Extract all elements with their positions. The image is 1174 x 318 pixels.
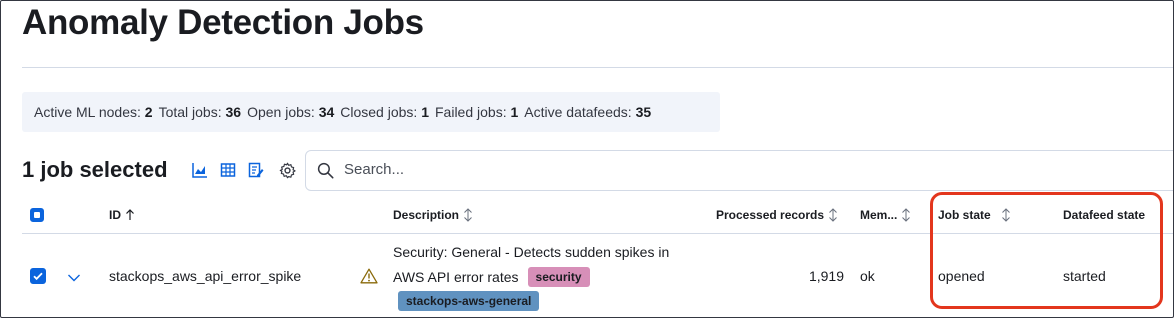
stat-total-jobs: Total jobs: 36 [158,104,242,120]
column-header-memory[interactable]: Mem... [860,208,911,222]
table-icon[interactable] [219,160,237,180]
sortable-icon [463,208,473,222]
search-input[interactable] [342,160,1046,179]
select-all-checkbox[interactable] [30,208,44,222]
stat-open-jobs: Open jobs: 34 [247,104,335,120]
warning-icon[interactable] [360,268,378,289]
column-header-description[interactable]: Description [393,208,473,222]
job-id[interactable]: stackops_aws_api_error_spike [109,268,301,284]
stat-active-datafeeds: Active datafeeds: 35 [524,104,652,120]
search-icon [317,162,334,184]
column-header-id[interactable]: ID [109,208,135,222]
column-header-processed-records[interactable]: Processed records [716,208,838,222]
row-checkbox[interactable] [30,268,46,284]
search-box[interactable] [305,150,1173,191]
badge-security[interactable]: security [527,267,590,287]
job-group-badge-wrapper: stackops-aws-general [398,291,540,311]
processed-records-value: 1,919 [808,268,844,284]
badge-group[interactable]: stackops-aws-general [398,291,540,311]
stat-active-ml-nodes: Active ML nodes: 2 [34,104,153,120]
stats-bar: Active ML nodes: 2 Total jobs: 36 Open j… [22,92,720,132]
selection-count: 1 job selected [22,157,168,182]
divider [22,67,1173,68]
page-title: Anomaly Detection Jobs [22,3,424,42]
job-description-line2: AWS API error rates security [393,267,590,287]
job-description-line1: Security: General - Detects sudden spike… [393,244,670,260]
stat-closed-jobs: Closed jobs: 1 [340,104,429,120]
sortable-icon [901,208,911,222]
sortable-icon [828,208,838,222]
edit-document-icon[interactable] [247,160,265,180]
app-frame: Anomaly Detection Jobs Active ML nodes: … [0,0,1174,318]
gear-icon[interactable] [278,160,296,180]
expand-row-chevron-icon[interactable] [67,270,81,288]
stat-failed-jobs: Failed jobs: 1 [435,104,519,120]
annotation-highlight-box [930,192,1163,309]
memory-status-value: ok [860,268,875,284]
chart-icon[interactable] [191,160,209,180]
sort-ascending-icon [125,209,135,221]
